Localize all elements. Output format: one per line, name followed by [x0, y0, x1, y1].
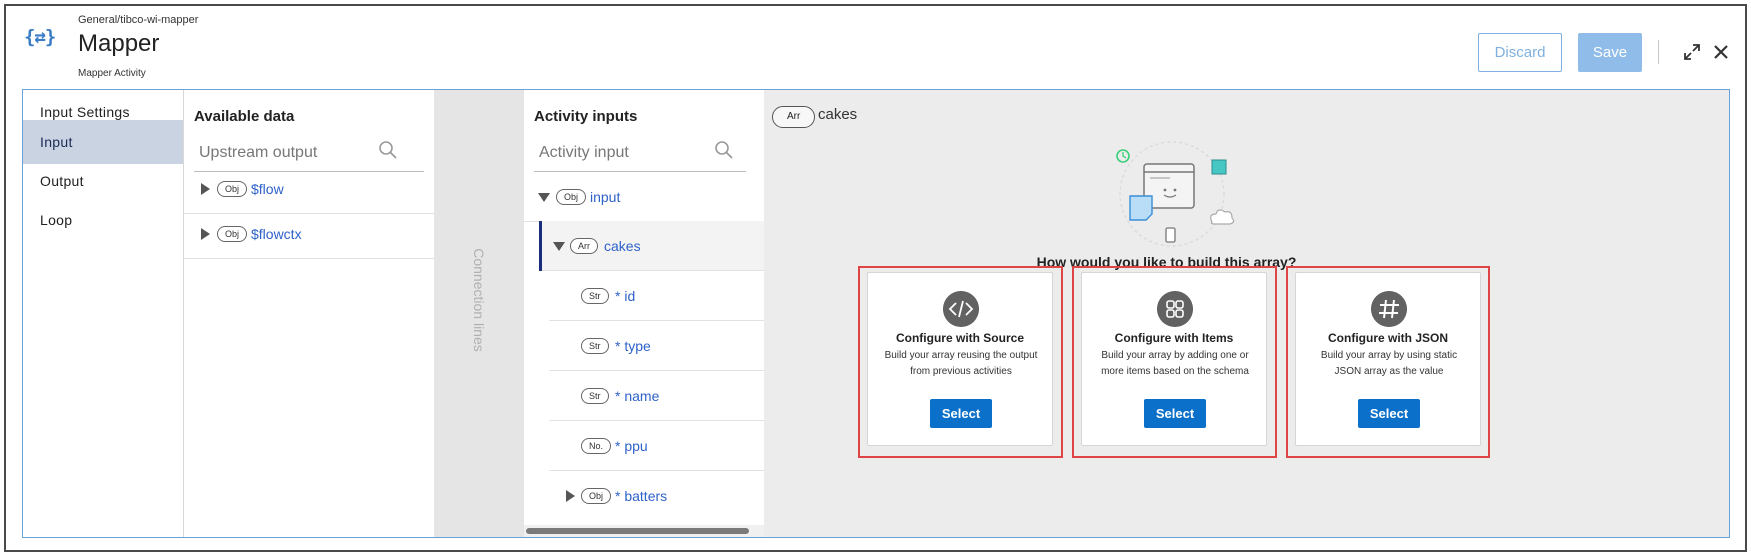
configure-items-card[interactable]: Configure with Items Build your array by… [1081, 272, 1267, 446]
card-title: Configure with Items [1114, 331, 1234, 345]
tree-row-ppu[interactable]: No. * ppu [549, 421, 764, 471]
tree-row-batters[interactable]: Obj * batters [549, 471, 764, 521]
nav-item-input[interactable]: Input [23, 120, 183, 164]
side-nav: Input Settings Input Output Loop [23, 90, 184, 537]
node-label[interactable]: $flow [251, 181, 284, 197]
array-builder-illustration-icon [1116, 141, 1235, 247]
type-badge: No. [581, 438, 612, 454]
header-divider [1658, 40, 1659, 64]
expand-caret-icon[interactable] [566, 490, 575, 502]
node-label[interactable]: input [590, 189, 620, 205]
node-label[interactable]: * ppu [615, 438, 648, 454]
node-label[interactable]: cakes [604, 238, 641, 254]
tree-row-flowctx[interactable]: Obj $flowctx [184, 209, 434, 259]
breadcrumb[interactable]: General/tibco-wi-mapper [78, 14, 198, 26]
node-label[interactable]: * id [615, 288, 635, 304]
tree-row-cakes[interactable]: Arr cakes [539, 221, 764, 271]
configure-json-card[interactable]: Configure with JSON Build your array by … [1295, 272, 1481, 446]
activity-inputs-title: Activity inputs [534, 108, 638, 125]
array-type-badge: Arr [772, 106, 816, 128]
code-icon [943, 291, 979, 327]
expand-caret-icon[interactable] [201, 228, 210, 240]
tree-row-name[interactable]: Str * name [549, 371, 764, 421]
card-description: Build your array by adding one or more i… [1101, 350, 1249, 377]
array-config-pane: Arr cakes How would you like to build th… [764, 90, 1729, 537]
save-button[interactable]: Save [1578, 33, 1642, 72]
scrollbar-thumb[interactable] [526, 528, 749, 534]
select-items-button[interactable]: Select [1144, 399, 1206, 428]
horizontal-scrollbar[interactable] [524, 525, 764, 537]
type-badge: Obj [556, 189, 587, 205]
nav-item-loop[interactable]: Loop [23, 198, 183, 242]
select-json-button[interactable]: Select [1358, 399, 1420, 428]
available-data-panel: Available data Obj $flow Obj $flowctx [184, 90, 434, 537]
nav-item-output[interactable]: Output [23, 159, 183, 203]
node-label[interactable]: $flowctx [251, 226, 302, 242]
mapper-panel: Input Settings Input Output Loop Availab… [22, 89, 1730, 538]
selected-row-indicator [539, 221, 542, 271]
hash-icon [1371, 291, 1407, 327]
header: {⇄} General/tibco-wi-mapper Mapper Mappe… [0, 0, 1751, 90]
configure-source-card[interactable]: Configure with Source Build your array r… [867, 272, 1053, 446]
expand-icon[interactable] [1682, 42, 1702, 62]
expand-caret-icon[interactable] [201, 183, 210, 195]
mapper-app-icon: {⇄} [24, 26, 56, 48]
collapse-caret-icon[interactable] [538, 193, 550, 202]
array-name-label: cakes [818, 106, 858, 123]
tree-row-id[interactable]: Str * id [549, 271, 764, 321]
card-description: Build your array reusing the output from… [884, 350, 1038, 377]
activity-inputs-panel: Activity inputs Obj input Arr cakes Str … [524, 90, 764, 537]
type-badge: Obj [217, 226, 248, 242]
collapse-caret-icon[interactable] [553, 242, 565, 251]
type-badge: Arr [570, 238, 598, 254]
card-title: Configure with JSON [1328, 331, 1448, 345]
close-icon[interactable] [1711, 42, 1731, 62]
type-badge: Obj [581, 488, 612, 504]
type-badge: Str [581, 388, 609, 404]
tree-row-input[interactable]: Obj input [524, 172, 764, 222]
select-source-button[interactable]: Select [930, 399, 992, 428]
card-title: Configure with Source [895, 331, 1024, 345]
type-badge: Str [581, 338, 609, 354]
node-label[interactable]: * name [615, 388, 659, 404]
node-label[interactable]: * batters [615, 488, 667, 504]
available-data-title: Available data [194, 108, 295, 125]
type-badge: Str [581, 288, 609, 304]
grid-icon [1157, 291, 1193, 327]
page-title: Mapper [78, 30, 160, 57]
tree-row-type[interactable]: Str * type [549, 321, 764, 371]
discard-button[interactable]: Discard [1478, 33, 1562, 72]
tree-row-flow[interactable]: Obj $flow [184, 164, 434, 214]
search-icon[interactable] [714, 140, 734, 160]
type-badge: Obj [217, 181, 248, 197]
connection-lines-area: Connection lines [434, 90, 524, 537]
search-icon[interactable] [378, 140, 398, 160]
node-label[interactable]: * type [615, 338, 651, 354]
connection-lines-label: Connection lines [471, 248, 487, 352]
page-subtitle: Mapper Activity [78, 68, 146, 79]
card-description: Build your array by using static JSON ar… [1320, 350, 1458, 377]
